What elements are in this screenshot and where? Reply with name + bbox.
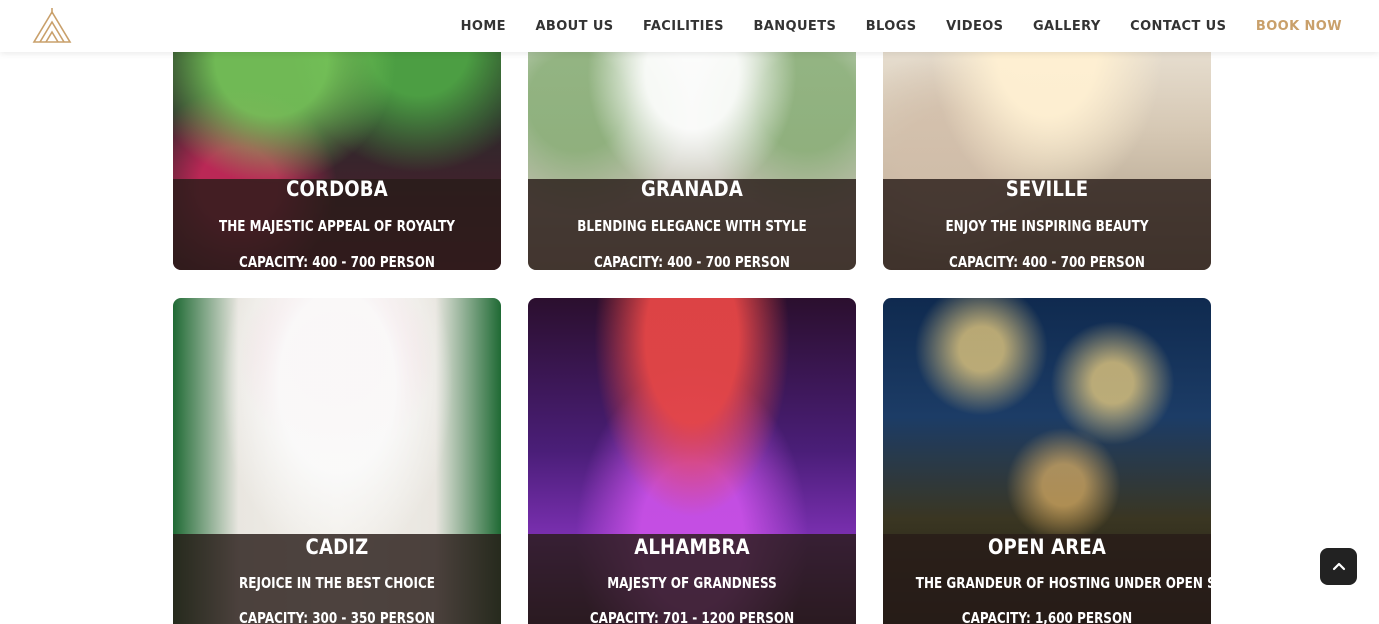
hall-tagline: REJOICE IN THE BEST CHOICE <box>239 574 435 592</box>
hall-name: ALHAMBRA <box>634 535 750 559</box>
hall-name: SEVILLE <box>1005 177 1089 201</box>
hall-capacity: CAPACITY: 701 - 1200 PERSON <box>589 609 795 624</box>
hall-capacity: CAPACITY: 400 - 700 PERSON <box>949 253 1145 270</box>
nav-about-us[interactable]: ABOUT US <box>535 19 613 34</box>
hall-card-open-area[interactable]: OPEN AREA THE GRANDEUR OF HOSTING UNDER … <box>883 298 1211 624</box>
nav-blogs[interactable]: BLOGS <box>866 19 917 34</box>
main-nav: HOME ABOUT US FACILITIES BANQUETS BLOGS … <box>431 0 1342 52</box>
hall-tagline: ENJOY THE INSPIRING BEAUTY <box>945 217 1149 235</box>
scroll-to-top-button[interactable] <box>1320 548 1357 585</box>
hall-tagline: BLENDING ELEGANCE WITH STYLE <box>577 217 807 235</box>
hall-name: GRANADA <box>641 177 743 201</box>
hall-capacity: CAPACITY: 300 - 350 PERSON <box>239 609 435 624</box>
nav-book-now[interactable]: BOOK NOW <box>1256 19 1342 34</box>
nav-contact-us[interactable]: CONTACT US <box>1130 19 1226 34</box>
hall-tagline: MAJESTY OF GRANDNESS <box>607 574 777 592</box>
nav-home[interactable]: HOME <box>461 19 506 34</box>
chevron-up-icon <box>1332 558 1346 576</box>
hall-tagline: THE MAJESTIC APPEAL OF ROYALTY <box>219 217 455 235</box>
hall-card-alhambra[interactable]: ALHAMBRA MAJESTY OF GRANDNESS CAPACITY: … <box>528 298 856 624</box>
hall-name: CORDOBA <box>286 177 388 201</box>
hall-capacity: CAPACITY: 1,600 PERSON <box>961 609 1133 624</box>
hall-card-cadiz[interactable]: CADIZ REJOICE IN THE BEST CHOICE CAPACIT… <box>173 298 501 624</box>
nav-gallery[interactable]: GALLERY <box>1033 19 1101 34</box>
nav-banquets[interactable]: BANQUETS <box>753 19 836 34</box>
hall-name: OPEN AREA <box>987 535 1107 559</box>
hall-capacity: CAPACITY: 400 - 700 PERSON <box>239 253 435 270</box>
nav-facilities[interactable]: FACILITIES <box>643 19 724 34</box>
hall-tagline: THE GRANDEUR OF HOSTING UNDER OPEN SKIES <box>915 574 1211 592</box>
nav-videos[interactable]: VIDEOS <box>946 19 1003 34</box>
hall-name: CADIZ <box>305 535 369 559</box>
triangle-logo-icon[interactable] <box>30 8 74 46</box>
hall-capacity: CAPACITY: 400 - 700 PERSON <box>594 253 790 270</box>
site-header: HOME ABOUT US FACILITIES BANQUETS BLOGS … <box>0 0 1379 52</box>
